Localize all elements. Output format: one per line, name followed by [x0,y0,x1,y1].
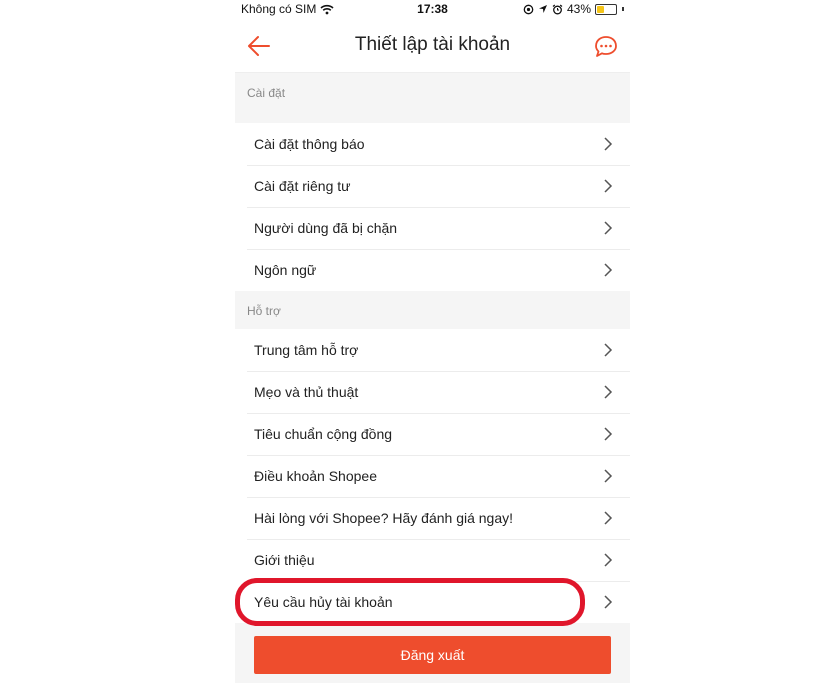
nav-bar: Thiết lập tài khoản [235,20,630,73]
list-item-blocked-users[interactable]: Người dùng đã bị chặn [235,207,630,249]
chevron-right-icon [604,553,613,567]
support-list: Trung tâm hỗ trợ Mẹo và thủ thuật Tiêu c… [235,329,630,623]
chevron-right-icon [604,179,613,193]
list-item-label: Cài đặt thông báo [254,136,365,152]
status-right: 43% [523,2,624,16]
orientation-lock-icon [523,4,534,14]
list-item-notification-settings[interactable]: Cài đặt thông báo [235,123,630,165]
battery-percent: 43% [566,2,591,16]
chevron-right-icon [604,263,613,277]
list-item-label: Điều khoản Shopee [254,468,377,484]
list-item-label: Người dùng đã bị chặn [254,220,398,236]
list-item-label: Mẹo và thủ thuật [254,384,359,400]
list-item-language[interactable]: Ngôn ngữ [235,249,630,291]
list-item-help-center[interactable]: Trung tâm hỗ trợ [235,329,630,371]
page-title: Thiết lập tài khoản [354,34,511,55]
logout-area: Đăng xuất [235,623,630,683]
list-item-label: Hài lòng với Shopee? Hãy đánh giá ngay! [254,510,514,526]
list-item-shopee-terms[interactable]: Điều khoản Shopee [235,455,630,497]
battery-icon [595,3,617,15]
chat-bubbles-icon [595,36,617,57]
list-item-label: Cài đặt riêng tư [254,178,351,194]
chevron-right-icon [604,469,613,483]
status-bar: Không có SIM 17:38 43% [235,0,630,20]
logout-button[interactable]: Đăng xuất [254,636,611,674]
chat-button[interactable] [592,33,620,61]
list-item-label: Giới thiệu [254,552,315,568]
list-item-delete-account[interactable]: Yêu cầu hủy tài khoản [235,581,630,623]
location-icon [538,5,547,13]
list-item-tips-tricks[interactable]: Mẹo và thủ thuật [235,371,630,413]
alarm-icon [552,4,563,14]
list-item-community-standards[interactable]: Tiêu chuẩn cộng đồng [235,413,630,455]
list-item-label: Ngôn ngữ [254,262,317,278]
list-item-label: Trung tâm hỗ trợ [254,342,359,358]
battery-tip [622,7,624,11]
phone-screen: Không có SIM 17:38 43% Thiết lập tài kho… [235,0,630,683]
list-item-label: Tiêu chuẩn cộng đồng [254,426,393,442]
list-item-privacy-settings[interactable]: Cài đặt riêng tư [235,165,630,207]
chevron-right-icon [604,595,613,609]
chevron-right-icon [604,343,613,357]
battery-fill [597,5,604,13]
settings-list: Cài đặt thông báo Cài đặt riêng tư Người… [235,111,630,291]
list-item-label: Yêu cầu hủy tài khoản [254,594,393,610]
list-item-rate-app[interactable]: Hài lòng với Shopee? Hãy đánh giá ngay! [235,497,630,539]
chevron-right-icon [604,511,613,525]
chevron-right-icon [604,137,613,151]
section-header-settings: Cài đặt [235,73,630,111]
section-header-support: Hỗ trợ [235,291,630,329]
list-item-about[interactable]: Giới thiệu [235,539,630,581]
chevron-right-icon [604,385,613,399]
chevron-right-icon [604,221,613,235]
chevron-right-icon [604,427,613,441]
